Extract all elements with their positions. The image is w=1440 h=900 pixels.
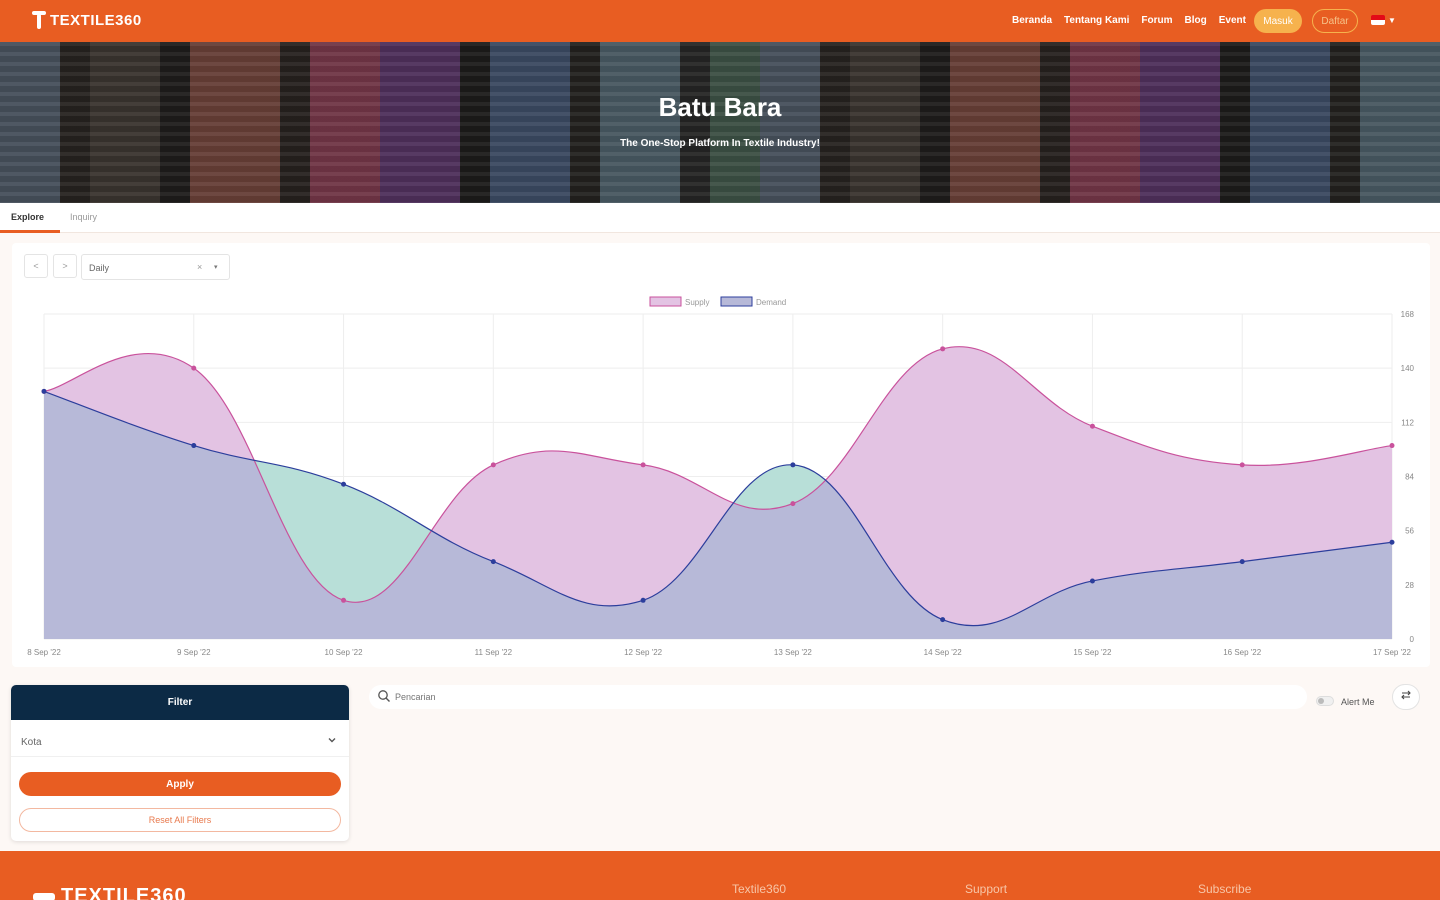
y-tick-label: 84 [1405,473,1414,482]
dropdown-icon[interactable]: ▾ [214,263,218,271]
supply-point [640,462,646,468]
legend-label: Supply [685,298,709,307]
x-tick-label: 10 Sep '22 [325,648,364,657]
demand-point [940,617,946,623]
search-icon [377,689,391,703]
supply-point [1389,443,1395,449]
hero-banner: Batu Bara The One-Stop Platform In Texti… [0,42,1440,203]
supply-demand-chart: 8 Sep '22 9 Sep '22 10 Sep '22 11 Sep '22 12… [27,296,1415,657]
nav-link-beranda[interactable]: Beranda [1012,15,1052,26]
footer-logo-text: TEXTILE360 [61,885,187,900]
nav-link-tentang-kami[interactable]: Tentang Kami [1064,15,1129,26]
supply-point [341,597,347,603]
y-tick-label: 0 [1410,635,1415,644]
supply-point [1239,462,1245,468]
y-tick-label: 28 [1405,581,1414,590]
demand-point [341,481,347,487]
demand-point [490,559,496,565]
demand-point [191,443,197,449]
supply-point [490,462,496,468]
nav-link-blog[interactable]: Blog [1185,15,1207,26]
logo-text: TEXTILE360 [50,11,142,29]
page-title: Batu Bara [658,92,782,122]
demand-point [41,388,47,394]
footer-heading-support: Support [965,882,1008,896]
city-select-label: Kota [21,737,42,748]
period-select[interactable]: Daily × ▾ [81,254,230,280]
search-bar [369,685,1307,709]
nav-link-event[interactable]: Event [1219,15,1246,26]
legend-swatch [720,296,753,307]
search-input[interactable] [395,689,1275,705]
x-tick-label: 11 Sep '22 [475,648,513,657]
city-select[interactable]: Kota [11,729,349,757]
reset-filters-button[interactable]: Reset All Filters [19,808,341,832]
x-tick-label: 15 Sep '22 [1073,648,1112,657]
y-tick-label: 56 [1405,527,1414,536]
tab-inquiry[interactable]: Inquiry [70,212,97,222]
flag-icon [1371,15,1385,25]
x-tick-label: 13 Sep '22 [774,648,813,657]
filter-panel: Filter Kota Apply Reset All Filters [11,685,349,841]
supply-point [790,501,796,507]
y-tick-label: 140 [1401,364,1415,373]
footer-logo[interactable]: TEXTILE360 [33,885,187,900]
y-tick-label: 112 [1401,418,1414,427]
caret-down-icon: ▼ [1388,15,1396,25]
x-tick-label: 17 Sep '22 [1373,648,1412,657]
login-button[interactable]: Masuk [1254,9,1302,33]
chart-card: 8 Sep '22 9 Sep '22 10 Sep '22 11 Sep '22 12… [12,243,1430,667]
logo-mark-icon [32,11,46,29]
footer-heading-subscribe: Subscribe [1198,882,1252,896]
legend-label: Demand [756,298,786,307]
swap-icon [1400,688,1412,706]
language-selector[interactable]: ▼ [1371,15,1396,25]
tab-bar: Explore Inquiry [0,203,1440,233]
supply-point [191,365,197,371]
supply-point [1089,423,1095,429]
footer-logo-mark-icon [33,892,55,900]
x-tick-label: 14 Sep '22 [924,648,963,657]
logo[interactable]: TEXTILE360 [32,11,142,29]
legend-swatch [649,296,682,307]
swap-button[interactable] [1392,684,1420,710]
chevron-down-icon [327,735,337,748]
period-value: Daily [89,263,110,273]
page-subtitle: The One-Stop Platform In Textile Industr… [620,138,820,149]
x-tick-label: 12 Sep '22 [624,648,663,657]
register-button[interactable]: Daftar [1312,9,1358,33]
supply-point [940,346,946,352]
x-tick-label: 8 Sep '22 [27,648,61,657]
filter-title: Filter [11,685,349,720]
demand-point [1239,559,1245,565]
alert-toggle[interactable] [1316,696,1334,706]
nav-links: Beranda Tentang Kami Forum Blog Event [1012,15,1246,26]
previous-button[interactable]: < [24,254,48,278]
demand-point [1089,578,1095,584]
y-tick-label: 168 [1401,310,1415,319]
nav-link-forum[interactable]: Forum [1141,15,1172,26]
footer-heading-textile360: Textile360 [732,882,787,896]
demand-point [790,462,796,468]
next-button[interactable]: > [53,254,77,278]
clear-icon[interactable]: × [197,262,202,272]
apply-button[interactable]: Apply [19,772,341,796]
x-tick-label: 16 Sep '22 [1223,648,1262,657]
footer: TEXTILE360 Textile360 Support Subscribe [0,851,1440,900]
alert-me-label: Alert Me [1341,697,1375,707]
x-tick-label: 9 Sep '22 [177,648,211,657]
tab-explore[interactable]: Explore [11,212,44,222]
active-tab-indicator [0,230,60,233]
top-navbar: TEXTILE360 Beranda Tentang Kami Forum Bl… [0,0,1440,42]
demand-point [640,597,646,603]
demand-point [1389,539,1395,545]
